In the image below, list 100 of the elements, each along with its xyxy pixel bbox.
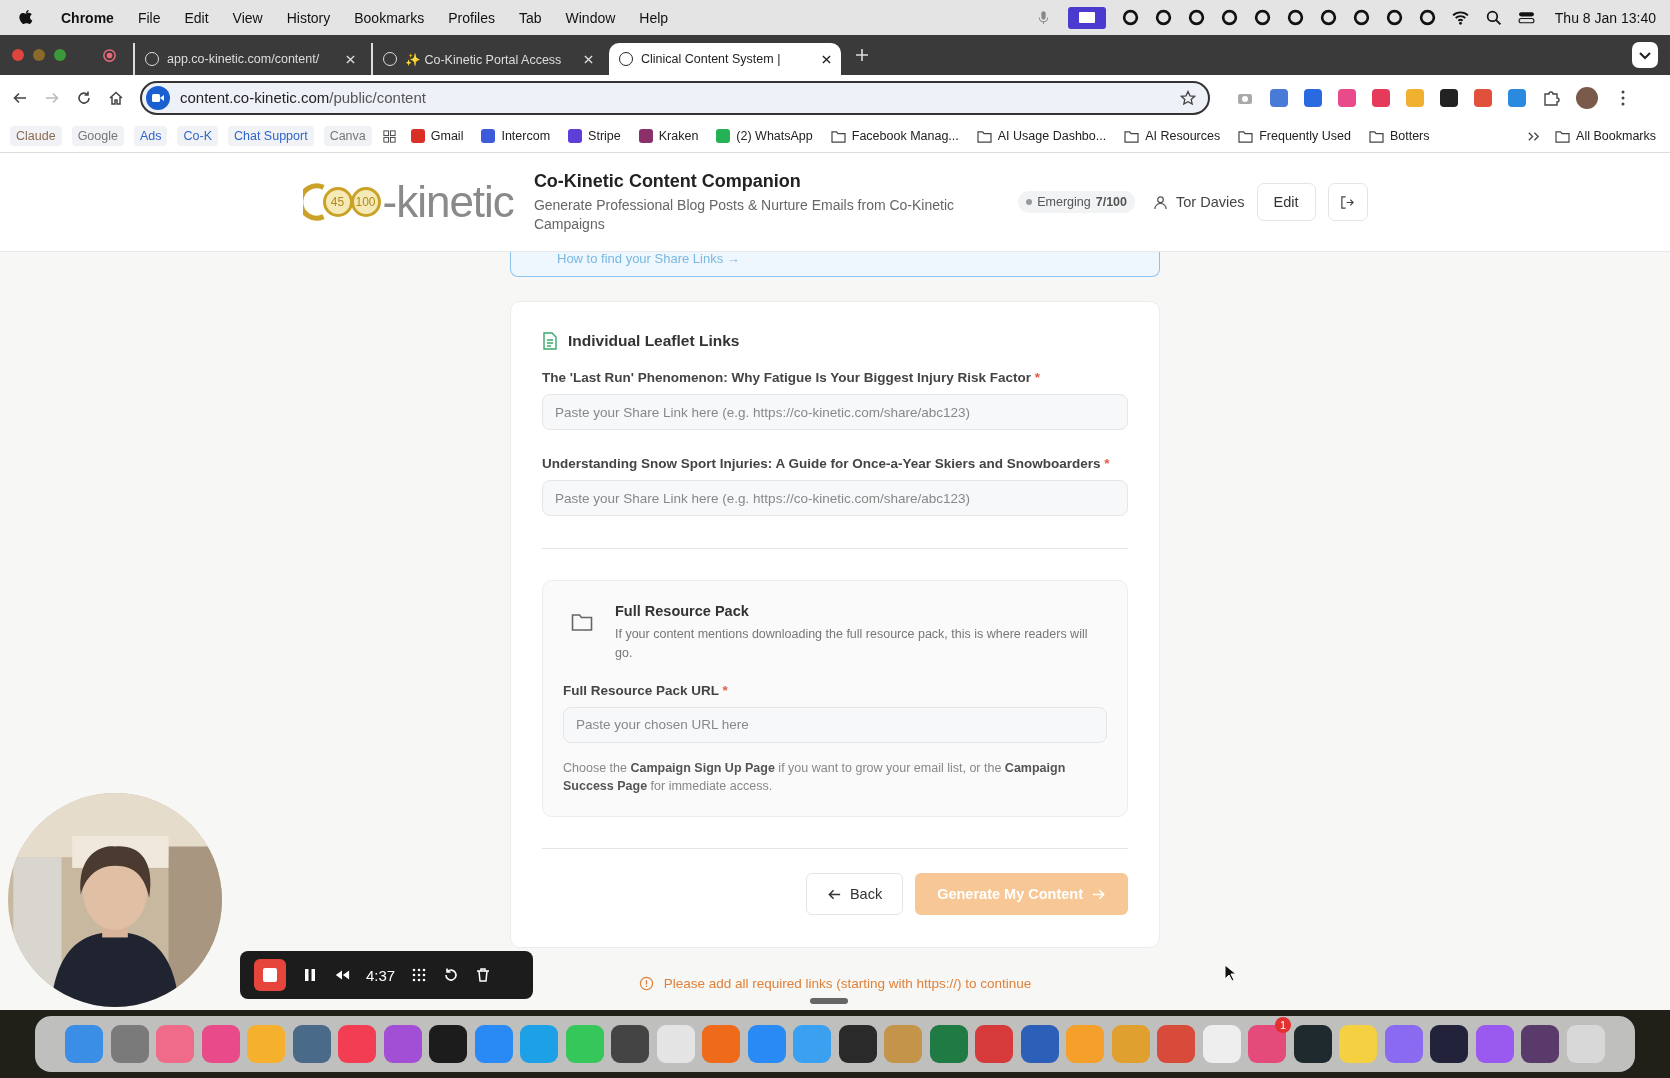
dock-app-icon[interactable] (1430, 1025, 1469, 1063)
user-name: Tor Davies (1176, 194, 1245, 210)
tab-search-icon[interactable] (1632, 42, 1658, 68)
logout-button[interactable] (1327, 183, 1368, 221)
logout-icon (1340, 194, 1355, 210)
close-tab-icon[interactable] (822, 54, 831, 64)
home-icon[interactable] (108, 89, 124, 106)
folder-icon (1555, 129, 1571, 143)
notification-badge: 1 (1275, 1017, 1291, 1033)
level-badge: Emerging 7/100 (1018, 191, 1135, 213)
bookmark[interactable]: Intercom (477, 127, 555, 145)
share-link-field[interactable]: Paste your Share Link here (e.g. https://co-kinetic.com/share/abc123) (542, 480, 1128, 516)
new-tab-icon[interactable] (855, 48, 869, 62)
share-link-field[interactable]: Paste your Share Link here (e.g. https://co-kinetic.com/share/abc123) (542, 394, 1128, 430)
grid-icon[interactable] (411, 967, 428, 983)
menu-item[interactable]: Edit (174, 9, 219, 26)
field-label: Full Resource Pack URL * (563, 682, 729, 698)
status-icon[interactable] (1220, 9, 1238, 26)
bookmark[interactable]: Gmail (406, 127, 468, 145)
menu-bar-clock[interactable]: Thu 8 Jan 13:40 (1544, 9, 1656, 26)
bookmark-chip[interactable]: Chat Support (227, 126, 314, 146)
zoom-window-icon[interactable] (54, 49, 66, 61)
app-title: Co-Kinetic Content Companion (533, 170, 802, 192)
dock-app-icon[interactable] (838, 1025, 877, 1063)
menu-item[interactable]: View (222, 9, 273, 26)
status-icon[interactable] (1187, 9, 1205, 26)
bookmark-folder[interactable]: Botters (1364, 127, 1434, 145)
menu-item[interactable]: Window (555, 9, 626, 26)
status-icon[interactable] (1253, 9, 1271, 26)
menu-item[interactable]: Profiles (438, 9, 505, 26)
hint-text: Choose the Campaign Sign Up Page if you want to grow your email list, or the Campaign Success Page for immediate access. (563, 759, 1067, 796)
back-button[interactable]: Back (805, 873, 904, 915)
menu-item[interactable]: Tab (508, 9, 552, 26)
status-icon[interactable] (1319, 9, 1337, 26)
wifi-icon[interactable] (1451, 9, 1469, 26)
recording-time: 4:37 (366, 966, 396, 984)
dock-app-icon[interactable] (1521, 1025, 1560, 1063)
menu-item[interactable]: Help (629, 9, 679, 26)
puzzle-icon[interactable] (1542, 88, 1560, 107)
status-icon[interactable] (1385, 9, 1403, 26)
folder-icon (1368, 129, 1384, 143)
control-center-icon[interactable] (1517, 9, 1535, 26)
bookmark-folder[interactable]: AI Resources (1120, 127, 1225, 145)
bookmark-folder[interactable]: Frequently Used (1234, 127, 1355, 145)
panel-title: Full Resource Pack (615, 603, 750, 619)
status-icon[interactable] (1352, 9, 1370, 26)
bookmark[interactable]: Stripe (564, 127, 625, 145)
restart-icon[interactable] (443, 967, 460, 983)
apple-icon[interactable] (18, 9, 33, 26)
bookmark-folder[interactable]: AI Usage Dashbo... (972, 127, 1111, 145)
extension-icon[interactable] (1440, 88, 1458, 107)
screen-share-icon[interactable] (1067, 6, 1106, 29)
user-icon (1153, 194, 1168, 210)
site-info-icon[interactable] (146, 85, 170, 110)
bookmark-chip[interactable]: Claude (10, 126, 62, 146)
url-field[interactable]: Paste your chosen URL here (563, 706, 1107, 743)
menu-item[interactable]: File (127, 9, 171, 26)
search-icon[interactable] (1484, 9, 1502, 26)
app-subtitle: Generate Professional Blog Posts & Nurture Emails from Co-Kinetic Campaigns (533, 195, 956, 234)
bookmark[interactable]: (2) WhatsApp (712, 127, 817, 145)
bookmark-folder[interactable]: Facebook Manag... (826, 127, 963, 145)
bookmark[interactable]: Kraken (634, 127, 703, 145)
bookmark-chip[interactable]: Co-K (177, 126, 218, 146)
star-icon[interactable] (1180, 89, 1196, 106)
profile-avatar[interactable] (1576, 86, 1598, 109)
status-icon[interactable] (1418, 9, 1436, 26)
field-label: The 'Last Run' Phenomenon: Why Fatigue Is Your Biggest Injury Risk Factor * (542, 370, 1041, 385)
panel-description: If your content mentions downloading the full resource pack, this is where readers will go. (615, 626, 1089, 662)
cursor-icon (1224, 964, 1236, 982)
status-icon[interactable] (1121, 9, 1139, 26)
stop-button[interactable] (254, 959, 286, 991)
menu-item[interactable]: History (276, 9, 341, 26)
pause-icon[interactable] (302, 967, 318, 983)
bookmark-chip[interactable]: Google (71, 126, 124, 146)
menu-item[interactable]: Bookmarks (344, 9, 435, 26)
bookmark-folder[interactable]: All Bookmarks (1551, 127, 1660, 145)
browser-tab[interactable]: Clinical Content System | (609, 43, 841, 75)
recording-icon[interactable] (102, 47, 117, 63)
bookmark-chip[interactable]: Canva (323, 126, 372, 146)
bookmark-chip[interactable]: Ads (133, 126, 168, 146)
warning-icon (638, 976, 654, 991)
edit-button[interactable]: Edit (1256, 183, 1316, 221)
folder-icon (830, 129, 846, 143)
section-title: Individual Leaflet Links (568, 332, 740, 350)
folder-icon (1124, 129, 1140, 143)
status-icon[interactable] (1286, 9, 1304, 26)
close-window-icon[interactable] (12, 49, 24, 61)
folder-icon (571, 613, 593, 631)
dock-app-icon[interactable] (1293, 1025, 1332, 1063)
document-icon (542, 332, 558, 350)
address-bar[interactable]: content.co-kinetic.com/public/content (140, 80, 1210, 115)
trash-icon[interactable] (475, 967, 492, 983)
status-icon[interactable] (1154, 9, 1172, 26)
drag-handle[interactable] (810, 998, 848, 1004)
menu-item[interactable]: Chrome (51, 9, 124, 26)
apps-grid-icon[interactable] (381, 128, 397, 144)
dock-app-icon[interactable] (611, 1025, 650, 1063)
reload-icon[interactable] (76, 89, 92, 106)
dock-app-icon[interactable] (429, 1025, 468, 1063)
folder-icon (1238, 129, 1254, 143)
